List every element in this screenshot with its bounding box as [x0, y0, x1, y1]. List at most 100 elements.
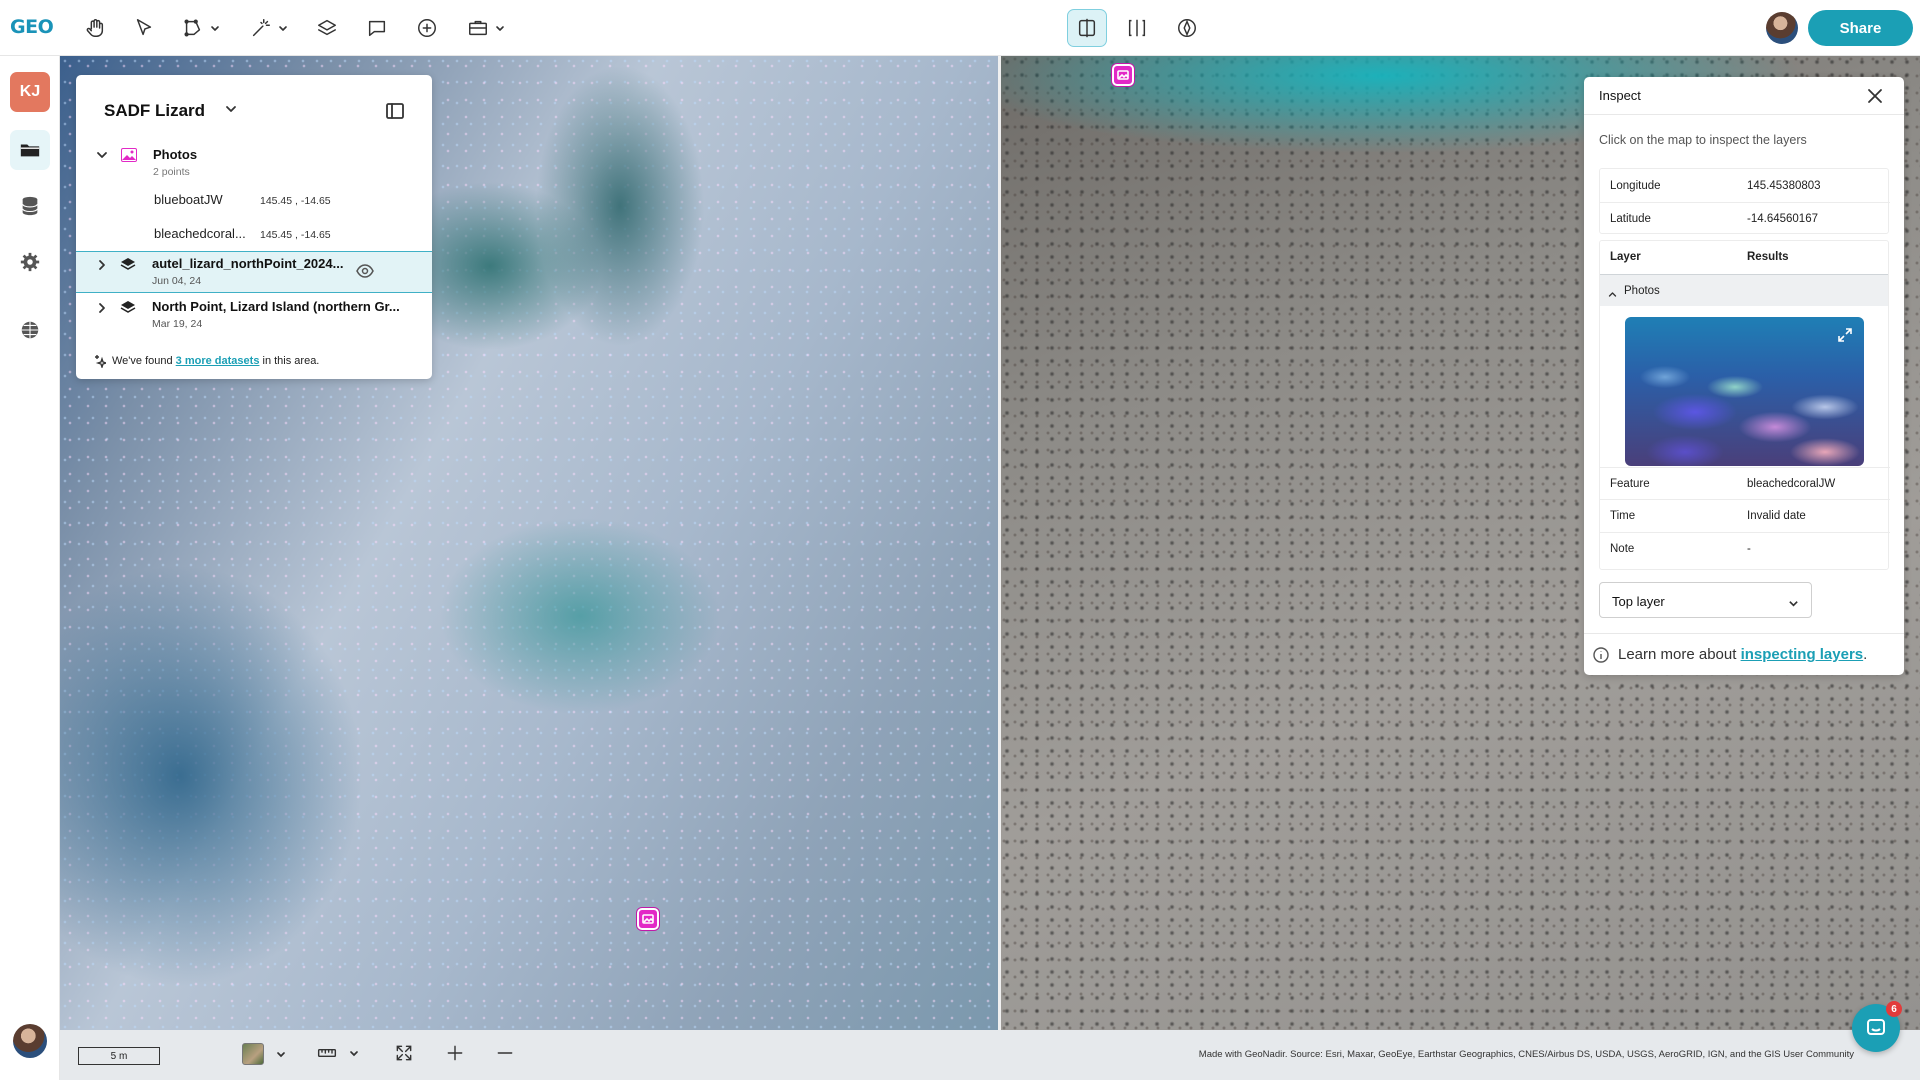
share-button[interactable]: Share — [1808, 10, 1913, 46]
swipe-view-icon — [1128, 19, 1146, 37]
profile-avatar[interactable] — [13, 1024, 47, 1058]
project-panel: SADF Lizard Photos 2 points blueboatJW 1… — [76, 75, 432, 379]
longitude-row: Longitude 145.45380803 — [1600, 170, 1890, 202]
layer-stack-icon[interactable] — [316, 12, 338, 44]
zoom-in-button[interactable] — [445, 1043, 465, 1063]
top-toolbar: GEO Share — [0, 0, 1920, 56]
pointer-icon[interactable] — [133, 12, 155, 44]
app-logo[interactable]: GEO — [10, 16, 54, 38]
compass-button[interactable] — [1167, 9, 1207, 47]
inspect-hint: Click on the map to inspect the layers — [1599, 133, 1807, 147]
measure-tool[interactable] — [317, 1043, 359, 1063]
results-column-header: Results — [1747, 251, 1789, 263]
expand-icon[interactable] — [1837, 327, 1853, 343]
chevron-down-icon[interactable] — [96, 148, 108, 160]
magic-wand-icon — [252, 19, 270, 37]
zoom-out-button[interactable] — [495, 1043, 515, 1063]
chevron-down-icon — [211, 26, 219, 31]
feature-value: bleachedcoralJW — [1747, 478, 1836, 490]
add-circle-icon[interactable] — [416, 12, 438, 44]
sparkle-icon — [92, 354, 109, 370]
map-bottom-bar: 5 m Made with GeoNadir. Source: Esri, Ma… — [60, 1030, 1920, 1080]
comment-icon[interactable] — [366, 12, 388, 44]
explore-button[interactable] — [10, 310, 50, 350]
info-icon — [1593, 647, 1609, 663]
footer-divider — [1584, 633, 1904, 634]
left-sidebar: KJ — [0, 56, 60, 1080]
projects-button[interactable] — [10, 130, 50, 170]
chevron-right-icon[interactable] — [96, 258, 108, 270]
photos-group-label: Photos — [1624, 285, 1660, 297]
chevron-up-icon[interactable] — [1608, 286, 1617, 297]
user-avatar[interactable] — [1766, 12, 1798, 44]
layer-name[interactable]: autel_lizard_northPoint_2024... — [152, 256, 343, 271]
swipe-view-button[interactable] — [1117, 9, 1157, 47]
latitude-label: Latitude — [1610, 213, 1651, 225]
settings-icon — [20, 252, 40, 272]
feature-row: Feature bleachedcoralJW — [1600, 467, 1890, 499]
point-coords: 145.45 , -14.65 — [260, 195, 331, 207]
layers-icon — [120, 257, 136, 271]
point-coords: 145.45 , -14.65 — [260, 229, 331, 241]
folder-icon — [20, 144, 40, 157]
workspace-avatar[interactable]: KJ — [10, 72, 50, 112]
chevron-down-icon — [496, 26, 504, 31]
photos-group-row[interactable]: Photos — [1600, 274, 1888, 306]
time-label: Time — [1610, 510, 1636, 522]
found-datasets-text: We've found 3 more datasets in this area… — [112, 355, 320, 367]
photo-marker[interactable] — [637, 908, 659, 930]
close-icon[interactable] — [1866, 87, 1884, 105]
feature-label: Feature — [1610, 478, 1650, 490]
photos-layer-meta: 2 points — [153, 166, 190, 178]
split-view-button[interactable] — [1067, 9, 1107, 47]
fullscreen-button[interactable] — [394, 1043, 414, 1063]
photo-marker[interactable] — [1112, 64, 1134, 86]
photo-thumbnail[interactable] — [1625, 317, 1864, 466]
magic-wand-tool[interactable] — [250, 12, 288, 44]
chevron-right-icon[interactable] — [96, 301, 108, 313]
chevron-down-icon — [279, 26, 287, 31]
more-datasets-link[interactable]: 3 more datasets — [176, 355, 260, 367]
image-icon — [642, 914, 654, 924]
chevron-down-icon[interactable] — [224, 102, 238, 116]
collapse-panel-icon[interactable] — [385, 101, 405, 121]
note-label: Note — [1610, 543, 1635, 555]
basemap-selector[interactable] — [242, 1043, 286, 1065]
coordinates-box: Longitude 145.45380803 Latitude -14.6456… — [1599, 168, 1890, 234]
hand-icon[interactable] — [84, 12, 106, 44]
fullscreen-icon — [396, 1045, 412, 1061]
grid-icon — [21, 321, 39, 339]
point-name[interactable]: bleachedcoral... — [154, 226, 246, 241]
settings-button[interactable] — [10, 242, 50, 282]
inspect-header: Inspect — [1584, 77, 1904, 115]
time-row: Time Invalid date — [1600, 499, 1890, 531]
layer-select-value: Top layer — [1612, 594, 1665, 609]
datasets-button[interactable] — [10, 186, 50, 226]
notification-badge: 6 — [1886, 1001, 1902, 1017]
layer-name[interactable]: North Point, Lizard Island (northern Gr.… — [152, 299, 400, 314]
polygon-tool[interactable] — [182, 12, 220, 44]
toolbox-tool[interactable] — [467, 12, 505, 44]
chat-icon — [1867, 1019, 1885, 1035]
minus-icon — [497, 1052, 513, 1054]
photos-layer-icon — [121, 148, 137, 162]
toolbox-icon — [469, 20, 487, 36]
layer-date: Mar 19, 24 — [152, 318, 203, 330]
project-title[interactable]: SADF Lizard — [104, 101, 205, 121]
note-value: - — [1747, 543, 1751, 555]
inspecting-layers-link[interactable]: inspecting layers — [1741, 646, 1864, 663]
longitude-label: Longitude — [1610, 180, 1661, 192]
eye-icon[interactable] — [356, 264, 374, 278]
database-icon — [22, 196, 38, 216]
compass-icon — [1178, 19, 1196, 37]
latitude-row: Latitude -14.64560167 — [1600, 202, 1890, 234]
basemap-thumbnail[interactable] — [242, 1043, 264, 1065]
point-name[interactable]: blueboatJW — [154, 192, 223, 207]
scale-bar: 5 m — [78, 1047, 160, 1065]
results-header: Layer Results — [1600, 241, 1890, 273]
note-row: Note - — [1600, 532, 1890, 564]
photos-layer-name[interactable]: Photos — [153, 147, 197, 162]
layer-select[interactable]: Top layer — [1599, 582, 1812, 618]
latitude-value: -14.64560167 — [1747, 213, 1818, 225]
chevron-down-icon[interactable] — [1788, 596, 1799, 607]
